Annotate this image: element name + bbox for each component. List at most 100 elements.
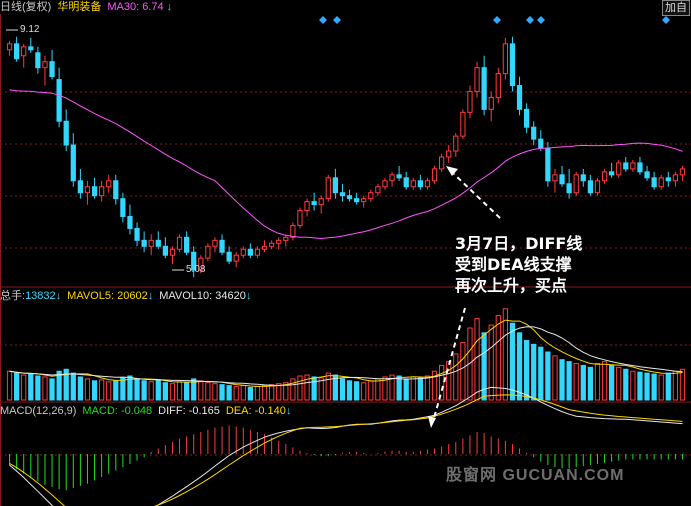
volume-bar [106,381,112,401]
price-header: 日线(复权) 华明装备 MA30: 6.74 ↓ [0,0,172,14]
candle-up [446,150,452,158]
volume-bar [396,375,402,401]
volume-bar [169,383,176,401]
candle-up [205,245,211,259]
volume-bar [297,375,303,401]
candle-up [42,61,48,69]
volume-bar [233,386,239,401]
candle-down [35,52,41,69]
candle-down [226,251,232,262]
candle-up [169,248,176,256]
candle-up [389,174,395,182]
candle-down [63,120,69,146]
annotation-line-2: 受到DEA线支撑 [455,255,572,274]
candle-down [346,195,353,200]
arrow-head-icon [446,166,458,176]
volume-bar [269,384,275,401]
candle-up [488,96,494,110]
signal-diamond-icon [662,16,670,24]
volume-bar [155,379,161,401]
macd-header: MACD(12,26,9) MACD: -0.048 DIFF: -0.165 … [0,404,291,418]
candle-up [233,254,239,262]
candle-up [601,171,608,182]
volume-bar [42,376,48,401]
volume-bar [474,317,480,401]
volume-bar [35,375,41,401]
candle-down [509,43,516,87]
volume-bar [212,383,218,401]
volume-total-arrow-icon: ↓ [55,290,62,302]
volume-bar [84,378,91,401]
volume-bar [580,364,586,401]
candle-down [644,171,650,179]
volume-bar [198,380,204,401]
candle-up [148,239,154,247]
site-watermark: 股窗网 GUCUAN.COM [446,467,625,484]
candle-up [375,186,381,194]
volume-bar [311,376,317,401]
candle-up [439,156,445,170]
candle-down [127,216,133,229]
candle-down [113,180,119,200]
candle-down [155,239,161,247]
candle-up [254,248,261,256]
signal-diamond-icon [319,16,327,24]
volume-bar [665,372,671,401]
candle-up [176,236,183,250]
volume-bar [21,374,27,401]
candle-down [417,180,423,188]
candle-down [481,67,487,110]
signal-markers [319,16,670,24]
volume-bar [77,376,83,401]
candle-up [424,180,431,188]
candle-up [410,180,416,188]
candle-down [56,79,62,122]
price-grid [0,91,691,456]
candle-down [247,248,253,256]
volume-bar [176,381,183,401]
volume-bar [623,368,629,401]
dea-indicator: DEA: -0.140↓ [226,404,291,418]
stock-name: 华明装备 [57,1,102,13]
mavol10-value: 34620 [215,290,246,302]
volume-bar [637,371,643,401]
mavol10: MAVOL10: 34620↓ [159,289,251,303]
candle-up [460,111,466,137]
volume-bar [488,324,494,401]
annotation-text: 3月7日，DIFF线 受到DEA线支撑 再次上升，买点 [455,233,582,296]
candle-up [630,162,636,170]
volume-bar [14,372,20,401]
candle-up [240,248,246,256]
volume-bar [658,374,664,401]
candle-down [184,236,190,253]
candle-down [531,126,537,140]
candle-down [120,198,126,218]
volume-bar [226,385,232,401]
candle-down [141,239,147,247]
period-label: 日线(复权) [0,1,52,13]
add-watchlist-button[interactable]: 加自 [662,0,690,16]
annotation-line-3: 再次上升，买点 [455,276,568,295]
stock-chart [0,14,691,506]
volume-bars [6,308,686,401]
volume-bar [609,364,615,401]
volume-header: 总手:13832↓ MAVOL5: 20602↓ MAVOL10: 34620↓ [0,289,251,303]
volume-bar [49,378,55,401]
volume-bar [446,361,452,401]
volume-bar [453,353,459,401]
candle-up [467,90,473,113]
candle-up [297,210,303,226]
mavol5-value: 20602 [117,290,148,302]
dea-arrow-icon: ↓ [285,405,292,417]
candle-down [559,174,565,185]
candle-down [566,183,572,194]
volume-bar [417,377,423,401]
volume-bar [361,382,367,401]
dea-value: -0.140 [254,405,286,417]
volume-bar [261,385,268,401]
volume-bar [630,370,636,401]
candle-up [283,236,289,241]
candle-down [651,177,657,188]
volume-bar [141,380,147,401]
volume-bar [375,378,381,401]
